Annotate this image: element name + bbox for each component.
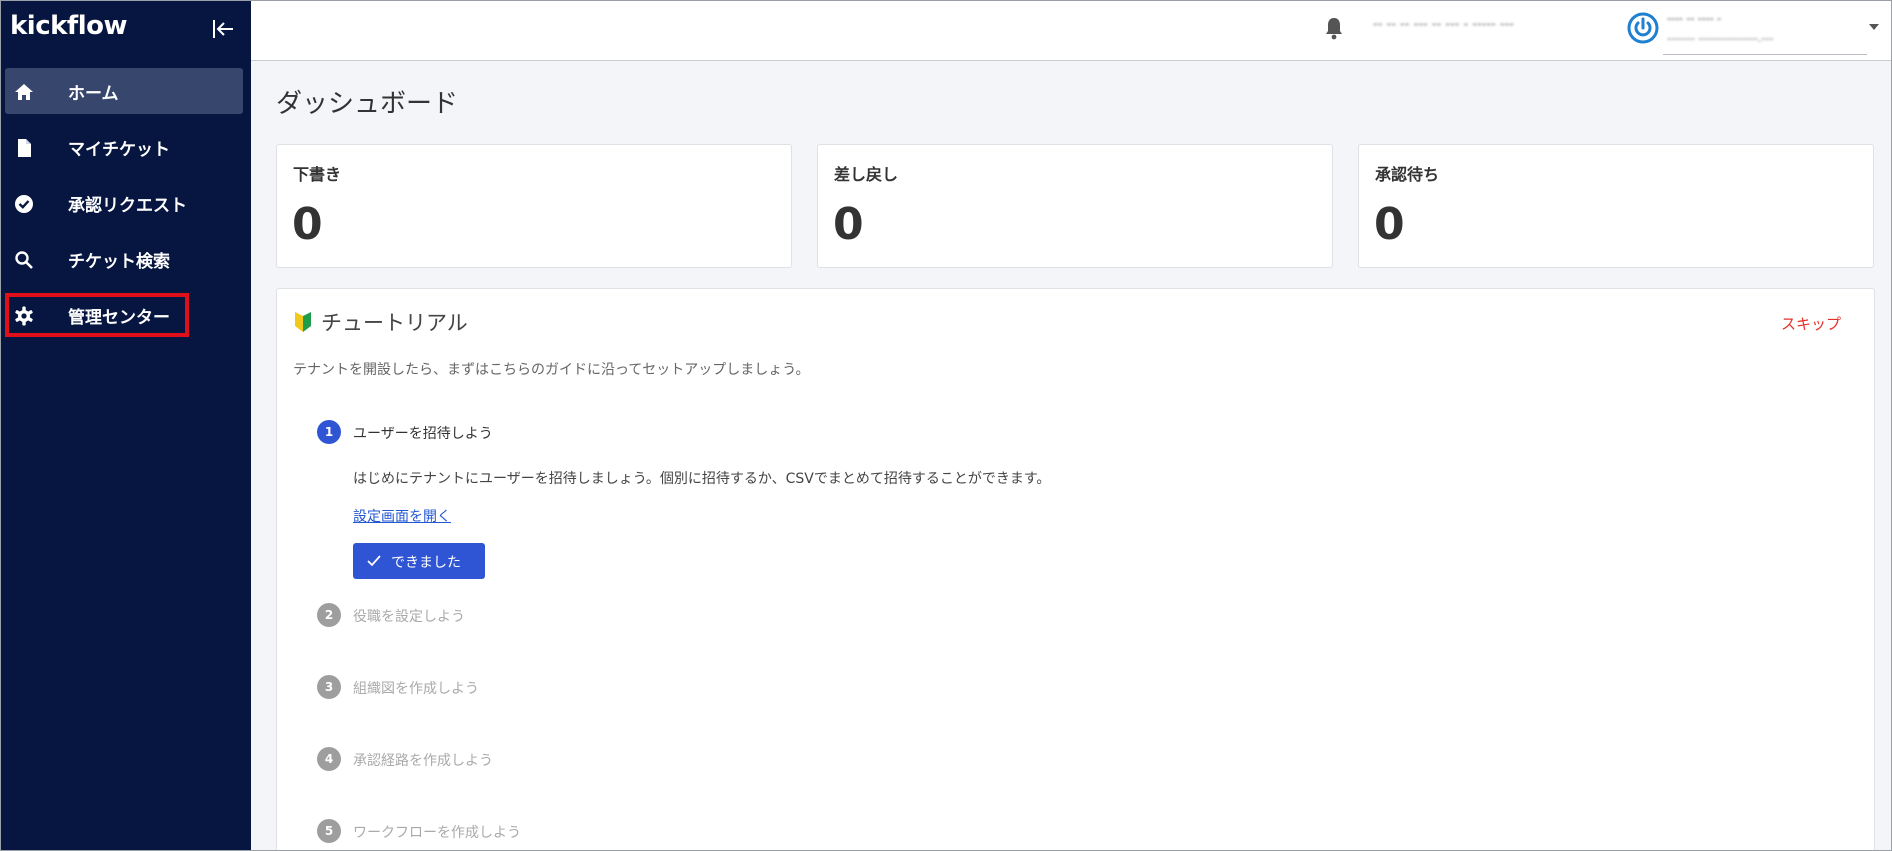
step-number-badge: 2 [317,603,341,627]
stat-value: 0 [292,199,323,250]
tutorial-description: テナントを開設したら、まずはこちらのガイドに沿ってセットアップしましょう。 [293,362,810,378]
app-window: kickflow ホーム マイチケット 承認リクエスト チケット検索 管理センタ… [0,0,1892,851]
document-icon [18,139,31,157]
tutorial-card: チュートリアル スキップ テナントを開設したら、まずはこちらのガイドに沿ってセッ… [276,288,1875,850]
stat-value: 0 [1374,199,1405,250]
stat-card-returned[interactable]: 差し戻し 0 [817,144,1333,268]
collapse-left-icon[interactable] [209,15,237,43]
sidebar-item-home[interactable]: ホーム [5,68,243,114]
stat-label: 承認待ち [1375,165,1440,184]
beginner-mark-icon [295,312,311,332]
user-name: ---- -- ---- - [1667,12,1722,25]
check-icon [367,555,381,567]
avatar[interactable] [1627,12,1659,44]
bell-icon[interactable] [1323,15,1345,41]
done-button-label: できました [391,555,461,571]
sidebar-item-label: 管理センター [68,307,170,328]
step-title[interactable]: 承認経路を作成しよう [353,750,493,770]
done-button[interactable]: できました [353,543,485,579]
brand-logo[interactable]: kickflow [10,11,128,41]
stat-value: 0 [833,199,864,250]
top-header: -- -- -- --- -- --- - ----- --- ---- -- … [251,1,1891,61]
sidebar: kickflow ホーム マイチケット 承認リクエスト チケット検索 管理センタ… [1,1,251,850]
home-icon [15,84,33,100]
open-settings-link[interactable]: 設定画面を開く [353,506,451,526]
step-title[interactable]: 組織図を作成しよう [353,678,479,698]
user-menu-underline [1663,54,1867,55]
stat-label: 差し戻し [834,165,899,184]
tenant-name: -- -- -- --- -- --- - ----- --- [1373,17,1514,32]
step-description: はじめにテナントにユーザーを招待しましょう。個別に招待するか、CSVでまとめて招… [353,471,1051,487]
stat-card-pending-approval[interactable]: 承認待ち 0 [1358,144,1874,268]
sidebar-item-my-tickets[interactable]: マイチケット [5,124,243,170]
step-title[interactable]: 役職を設定しよう [353,606,465,626]
step-number-badge: 5 [317,819,341,843]
step-number-badge: 4 [317,747,341,771]
user-email: ------- ---------------.--- [1667,32,1774,45]
tutorial-title: チュートリアル [321,311,468,335]
check-circle-icon [15,195,33,213]
search-icon [15,251,33,269]
step-number-badge: 3 [317,675,341,699]
stat-card-drafts[interactable]: 下書き 0 [276,144,792,268]
sidebar-item-label: マイチケット [68,139,170,160]
sidebar-item-admin-center[interactable]: 管理センター [5,292,243,338]
skip-link[interactable]: スキップ [1781,313,1841,334]
step-number-badge: 1 [317,420,341,444]
gear-icon [15,306,33,326]
page-title: ダッシュボード [276,89,459,119]
step-title: ユーザーを招待しよう [353,426,493,442]
sidebar-item-label: 承認リクエスト [68,195,187,216]
sidebar-item-label: チケット検索 [68,251,170,272]
sidebar-item-ticket-search[interactable]: チケット検索 [5,236,243,282]
stat-label: 下書き [293,165,342,184]
sidebar-item-label: ホーム [68,83,119,104]
chevron-down-icon[interactable] [1869,23,1879,31]
sidebar-item-approval-requests[interactable]: 承認リクエスト [5,180,243,226]
step-title[interactable]: ワークフローを作成しよう [353,822,521,842]
